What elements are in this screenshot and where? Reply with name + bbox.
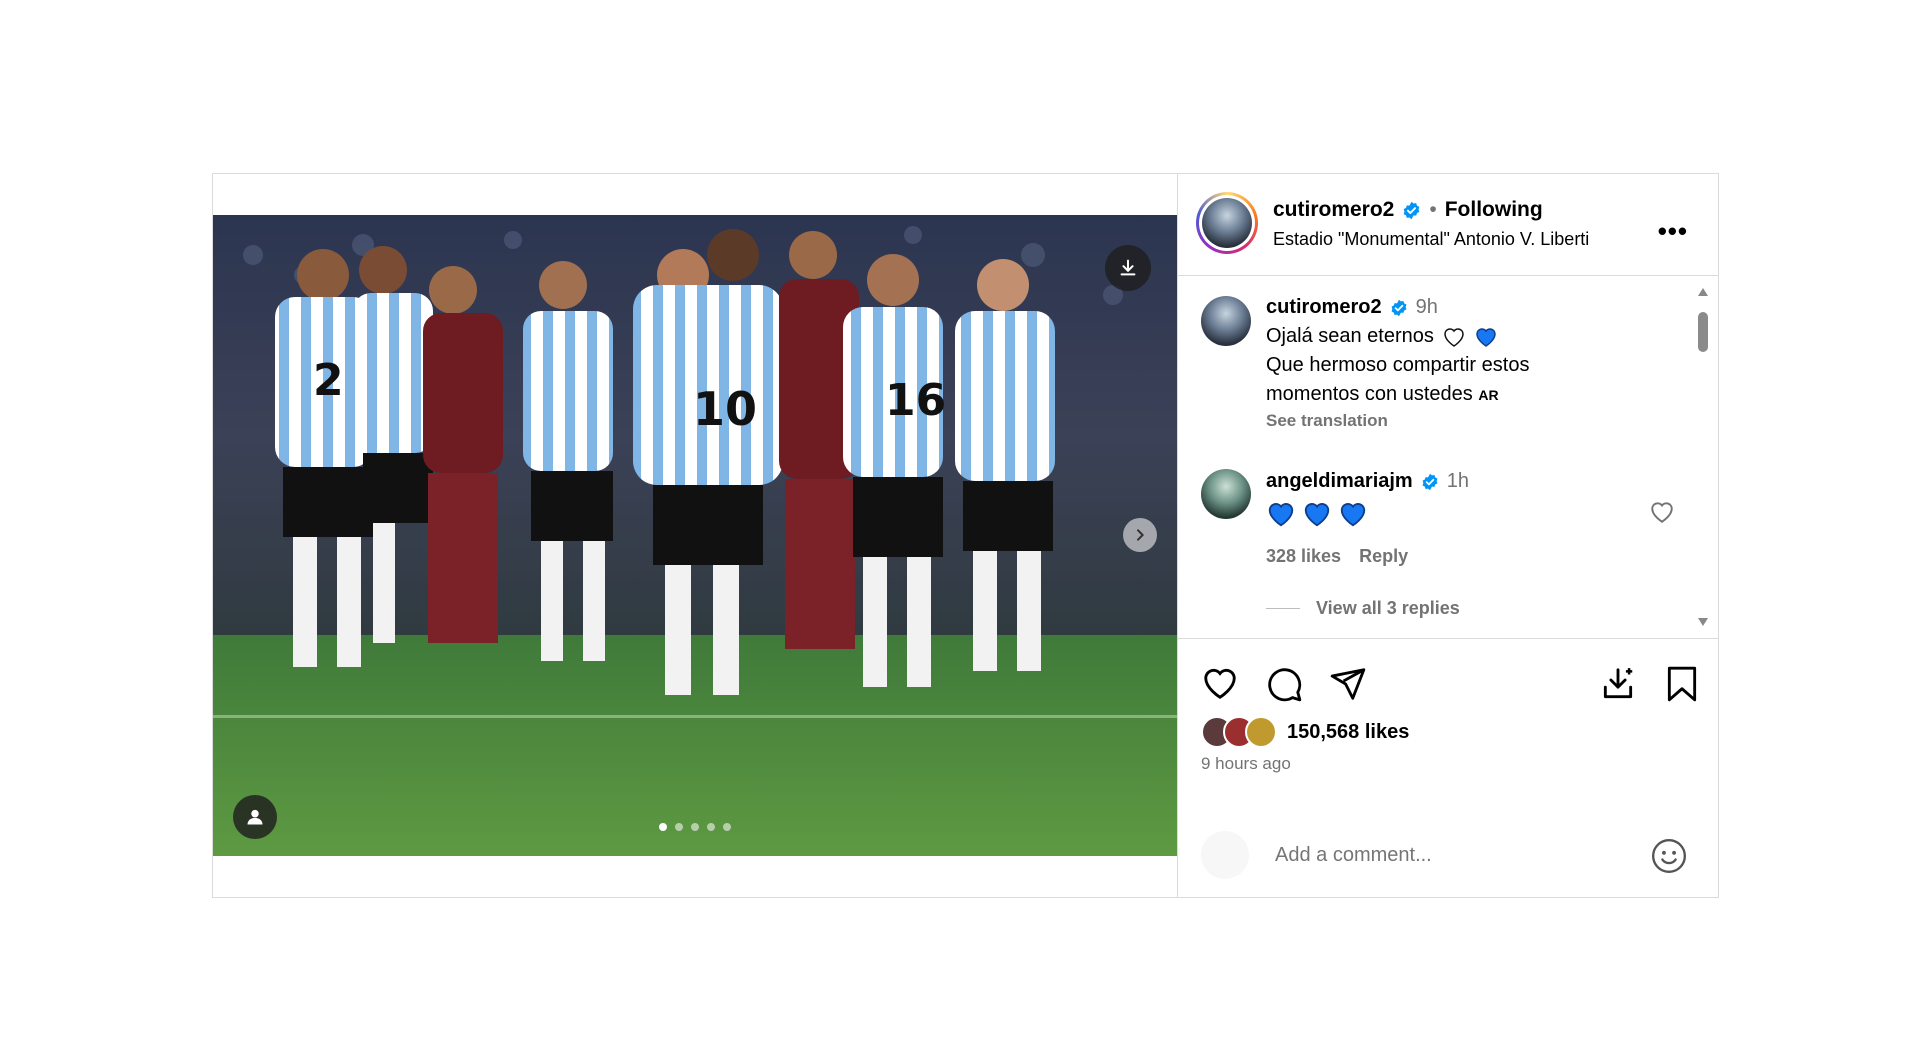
- svg-text:10: 10: [693, 382, 757, 436]
- post-header: cutiromero2 • Following Estadio "Monumen…: [1177, 174, 1718, 276]
- blue-heart-emoji-icon: [1340, 503, 1366, 527]
- post-photo[interactable]: 2 10 16: [213, 215, 1177, 856]
- liker-avatar: [1245, 716, 1277, 748]
- carousel-indicators: [659, 823, 731, 831]
- author-avatar: [1202, 198, 1252, 248]
- author-row: cutiromero2 • Following: [1273, 198, 1543, 222]
- tagged-users-button[interactable]: [233, 795, 277, 839]
- view-replies[interactable]: View all 3 replies: [1266, 598, 1460, 619]
- carousel-dot: [723, 823, 731, 831]
- scroll-down-arrow-icon[interactable]: [1698, 618, 1708, 626]
- download-button[interactable]: [1105, 245, 1151, 291]
- comment-avatar[interactable]: [1201, 469, 1251, 519]
- scroll-up-arrow-icon[interactable]: [1698, 288, 1708, 296]
- verified-badge-icon: [1404, 201, 1420, 219]
- author-username[interactable]: cutiromero2: [1273, 198, 1394, 222]
- likes-count[interactable]: 150,568 likes: [1287, 721, 1409, 744]
- football-celebration-photo: 2 10 16: [213, 215, 1177, 856]
- view-replies-label[interactable]: View all 3 replies: [1316, 598, 1460, 619]
- chevron-right-icon: [1137, 529, 1144, 541]
- comment-username[interactable]: angeldimariajm: [1266, 470, 1413, 493]
- verified-badge-icon: [1422, 473, 1438, 490]
- white-heart-emoji-icon: [1444, 327, 1464, 347]
- blue-heart-emoji-icon: [1268, 503, 1294, 527]
- liked-by-avatars[interactable]: [1201, 716, 1277, 748]
- dot-separator: •: [1429, 198, 1437, 221]
- carousel-dot: [675, 823, 683, 831]
- comments-section[interactable]: cutiromero2 9h Ojalá sean eternos Que he…: [1177, 276, 1718, 639]
- svg-text:2: 2: [313, 355, 344, 406]
- more-options-icon[interactable]: •••: [1658, 216, 1688, 247]
- replies-divider: [1266, 608, 1300, 609]
- post-dialog: 2 10 16 cutiromero2 • Following Estadio …: [212, 173, 1719, 898]
- download-icon: [1120, 259, 1136, 276]
- post-location[interactable]: Estadio "Monumental" Antonio V. Liberti: [1273, 229, 1589, 250]
- emoji-icon[interactable]: [1650, 837, 1688, 875]
- verified-badge-icon: [1391, 299, 1407, 316]
- svg-text:16: 16: [885, 375, 946, 426]
- comments-scrollbar[interactable]: [1696, 284, 1710, 630]
- download-post-icon[interactable]: [1599, 665, 1637, 703]
- likes-row: 150,568 likes: [1201, 716, 1409, 748]
- comment-reply-button[interactable]: Reply: [1359, 546, 1408, 567]
- carousel-dot: [691, 823, 699, 831]
- caption-line-3: momentos con ustedes: [1266, 383, 1473, 405]
- see-translation-link[interactable]: See translation: [1266, 411, 1388, 431]
- share-icon[interactable]: [1329, 665, 1367, 703]
- post-actions: [1201, 665, 1701, 705]
- add-comment-bar: [1177, 815, 1718, 897]
- heart-icon[interactable]: [1201, 665, 1239, 701]
- blue-heart-emoji-icon: [1476, 327, 1496, 347]
- comment-likes[interactable]: 328 likes: [1266, 546, 1341, 567]
- caption-time: 9h: [1415, 296, 1438, 318]
- current-user-avatar: [1201, 831, 1249, 879]
- caption-line-1: Ojalá sean eternos: [1266, 325, 1434, 347]
- blue-heart-emoji-icon: [1304, 503, 1330, 527]
- comment-time: 1h: [1446, 470, 1469, 492]
- save-icon[interactable]: [1665, 665, 1699, 703]
- author-story-ring[interactable]: [1196, 192, 1258, 254]
- comment-author-row: angeldimariajm 1h: [1266, 470, 1469, 493]
- caption-line-2: Que hermoso compartir estos: [1266, 354, 1530, 376]
- add-comment-input[interactable]: [1273, 843, 1627, 868]
- caption-username[interactable]: cutiromero2: [1266, 296, 1382, 319]
- caption-avatar[interactable]: [1201, 296, 1251, 346]
- comment-meta: 328 likes Reply: [1266, 546, 1408, 567]
- caption-text: Ojalá sean eternos Que hermoso compartir…: [1266, 322, 1529, 410]
- carousel-dot: [707, 823, 715, 831]
- next-slide-button[interactable]: [1123, 518, 1157, 552]
- comment-like-heart-icon[interactable]: [1649, 500, 1675, 524]
- scroll-thumb[interactable]: [1698, 312, 1708, 352]
- user-tag-icon: [247, 809, 263, 825]
- post-timestamp[interactable]: 9 hours ago: [1201, 754, 1291, 774]
- caption-flag: AR: [1478, 387, 1499, 403]
- comment-icon[interactable]: [1265, 665, 1303, 703]
- post-side-panel: cutiromero2 • Following Estadio "Monumen…: [1177, 174, 1718, 897]
- caption-author-row: cutiromero2 9h: [1266, 296, 1438, 319]
- comment-text: [1266, 500, 1368, 528]
- post-media: 2 10 16: [213, 174, 1178, 897]
- carousel-dot: [659, 823, 667, 831]
- following-button[interactable]: Following: [1445, 198, 1543, 222]
